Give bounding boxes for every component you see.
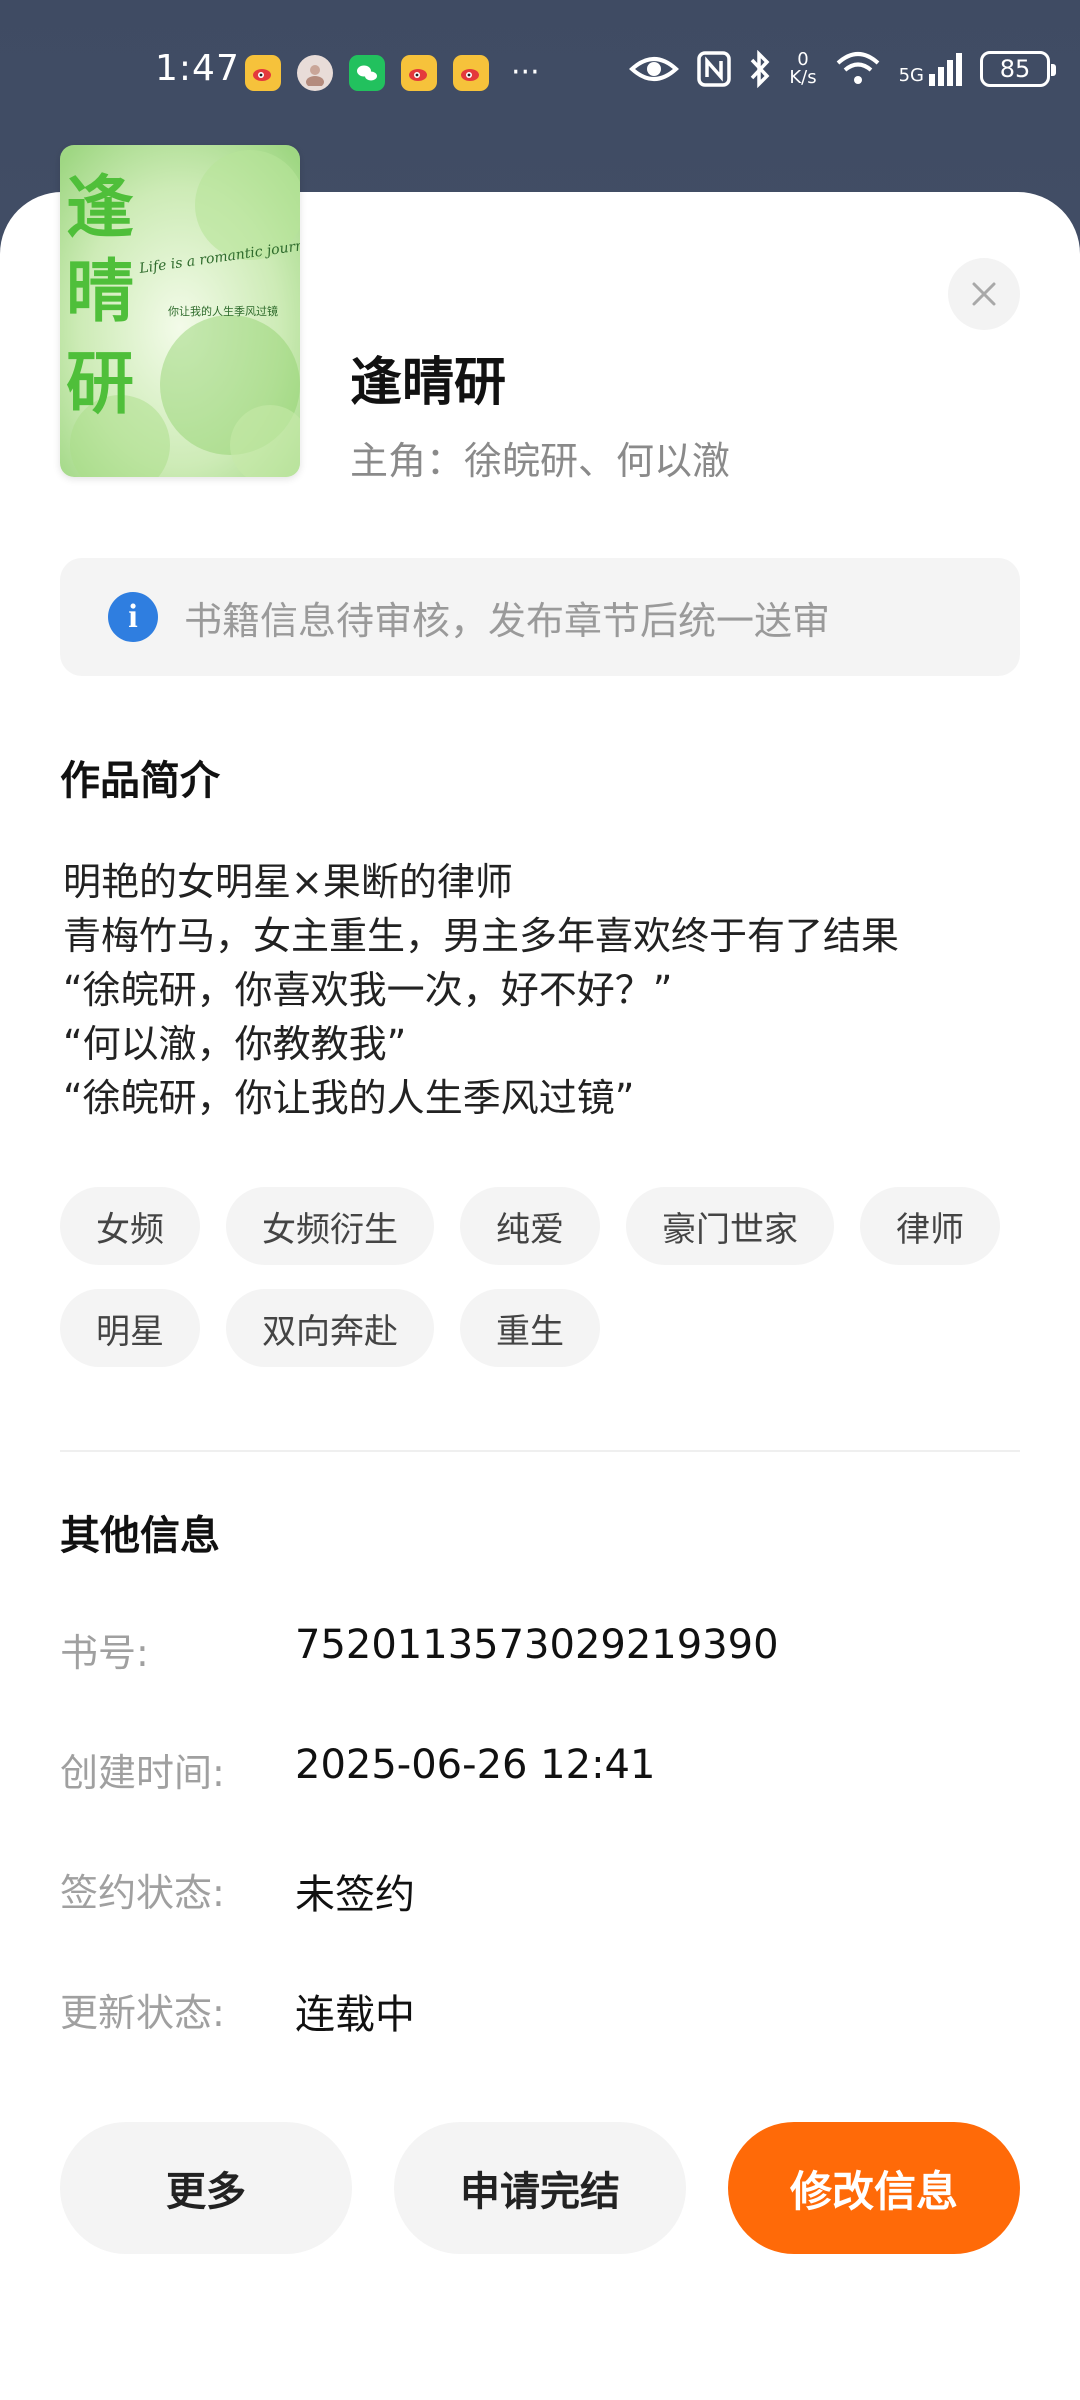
sign-status-value: 未签约 [295,1872,415,1918]
weibo-icon [453,55,489,91]
intro-section-title: 作品简介 [60,758,220,804]
svg-text:逢: 逢 [66,168,134,248]
info-row-sign-status: 签约状态: 未签约 [60,1862,1020,1920]
svg-text:研: 研 [66,344,134,424]
tag[interactable]: 女频衍生 [226,1187,434,1265]
info-row-book-id: 书号: 7520113573029219390 [60,1622,1020,1677]
info-row-update-status: 更新状态: 连载中 [60,1982,1020,2040]
info-label: 书号: [60,1631,149,1675]
info-label: 更新状态: [60,1991,225,2035]
close-button[interactable] [948,258,1020,330]
protagonists: 主角：徐皖研、何以澈 [350,439,731,483]
tag[interactable]: 女频 [60,1187,200,1265]
intro-text: 明艳的女明星×果断的律师 青梅竹马，女主重生，男主多年喜欢终于有了结果 “徐皖研… [63,855,1023,1125]
close-icon [972,282,996,306]
created-time-value: 2025-06-26 12:41 [295,1742,656,1788]
svg-text:晴: 晴 [66,252,134,332]
status-time: 1:47 [155,48,240,89]
tag[interactable]: 纯爱 [460,1187,600,1265]
wechat-icon [349,55,385,91]
signal-icon: 5G [899,52,962,86]
divider [60,1450,1020,1452]
book-title: 逢晴研 [350,353,507,413]
apply-finish-button[interactable]: 申请完结 [394,2122,686,2254]
system-icons: 0 K/s 5G 85 [629,49,1056,88]
more-notifications-icon: ··· [511,55,540,90]
nfc-icon [697,51,732,87]
info-label: 创建时间: [60,1751,225,1795]
book-cover[interactable]: 逢 晴 研 Life is a romantic journey 你让我的人生季… [60,145,300,477]
tag[interactable]: 双向奔赴 [226,1289,434,1367]
tag[interactable]: 重生 [460,1289,600,1367]
info-icon: i [108,592,158,642]
intro-line: “徐皖研，你让我的人生季风过镜” [63,1076,635,1120]
notice-text: 书籍信息待审核，发布章节后统一送审 [184,598,831,643]
intro-line: “徐皖研，你喜欢我一次，好不好？” [63,968,673,1012]
wifi-icon [836,52,879,84]
edit-info-button[interactable]: 修改信息 [728,2122,1020,2254]
battery-icon: 85 [980,51,1056,87]
status-bar: 1:47 ··· 0 K/s 5G 85 [0,0,1080,150]
book-id-value: 7520113573029219390 [295,1622,779,1668]
intro-line: 青梅竹马，女主重生，男主多年喜欢终于有了结果 [63,914,900,958]
tag[interactable]: 明星 [60,1289,200,1367]
info-row-created: 创建时间: 2025-06-26 12:41 [60,1742,1020,1797]
bluetooth-icon [751,50,770,88]
action-bar: 更多 申请完结 修改信息 [60,2122,1020,2254]
avatar-icon [297,55,333,91]
notification-icons: ··· [245,55,540,91]
info-label: 签约状态: [60,1871,225,1915]
tag[interactable]: 律师 [860,1187,1000,1265]
weibo-icon [245,55,281,91]
intro-line: “何以澈，你教教我” [63,1022,407,1066]
intro-line: 明艳的女明星×果断的律师 [63,860,513,904]
weibo-icon [401,55,437,91]
update-status-value: 连载中 [295,1992,415,2038]
other-info-section-title: 其他信息 [60,1513,220,1559]
tag[interactable]: 豪门世家 [626,1187,834,1265]
svg-text:你让我的人生季风过镜: 你让我的人生季风过镜 [168,304,278,318]
review-notice: i 书籍信息待审核，发布章节后统一送审 [60,558,1020,676]
eye-icon [629,57,680,81]
net-speed: 0 K/s [789,49,817,88]
tag-list: 女频 女频衍生 纯爱 豪门世家 律师 明星 双向奔赴 重生 [60,1187,1020,1367]
more-button[interactable]: 更多 [60,2122,352,2254]
